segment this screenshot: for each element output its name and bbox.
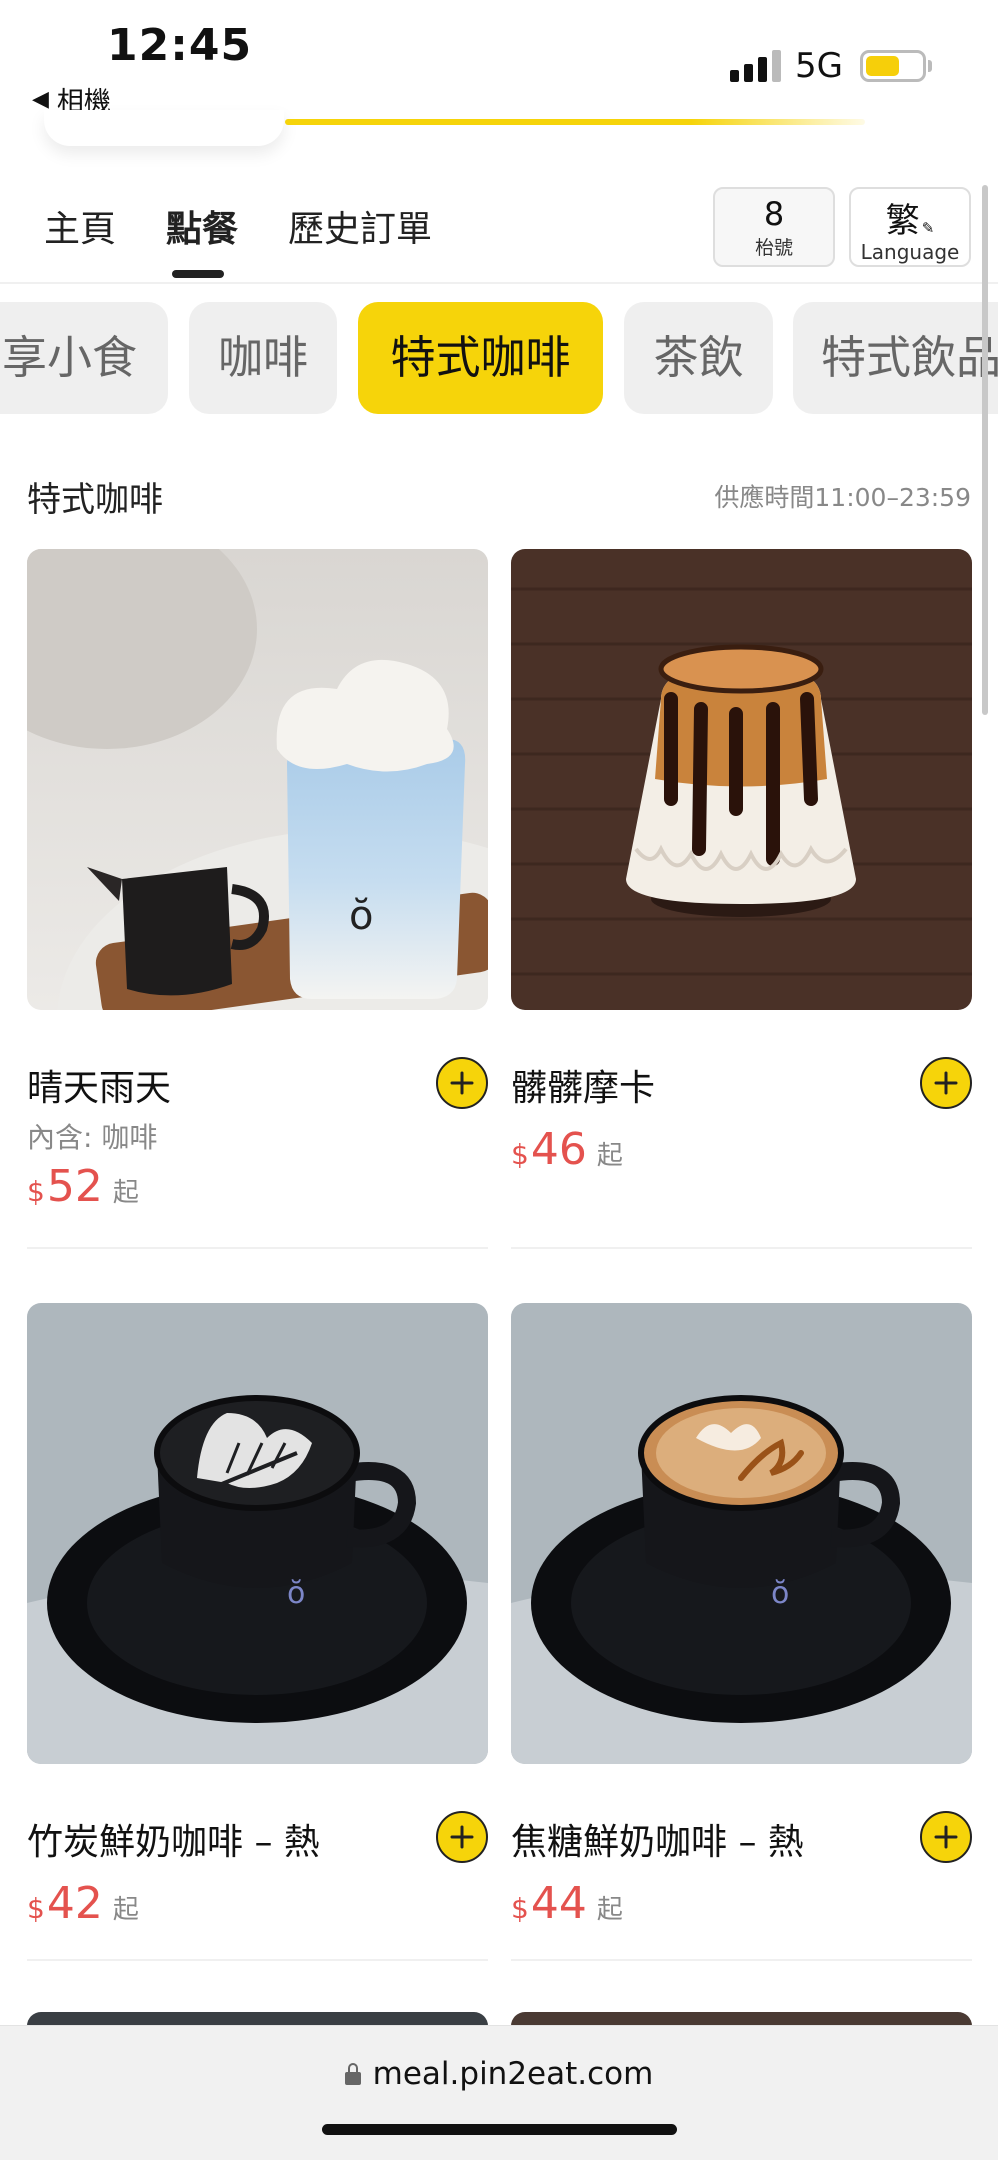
- category-chip-snacks[interactable]: 享小食: [0, 302, 168, 414]
- add-to-cart-button[interactable]: [436, 1057, 488, 1109]
- price-currency: $: [511, 1138, 529, 1171]
- battery-icon: [860, 50, 926, 82]
- language-button[interactable]: 繁 ✎ Language: [849, 187, 971, 267]
- product-card[interactable]: ŏ 晴天雨天 內含: 咖啡 $ 52 起: [27, 549, 488, 1249]
- add-to-cart-button[interactable]: [436, 1811, 488, 1863]
- price-value: 46: [530, 1124, 587, 1175]
- active-tab-indicator: [172, 270, 224, 278]
- url-text[interactable]: meal.pin2eat.com: [373, 2056, 654, 2092]
- plus-icon: [450, 1071, 474, 1095]
- product-card[interactable]: 髒髒摩卡 $ 46 起: [511, 549, 972, 1249]
- card-divider: [511, 1959, 972, 1961]
- browser-url-bar[interactable]: meal.pin2eat.com: [0, 2025, 998, 2160]
- network-type: 5G: [795, 46, 843, 86]
- product-name[interactable]: 焦糖鮮奶咖啡 – 熱: [511, 1813, 804, 1865]
- product-price: $ 44 起: [511, 1878, 623, 1929]
- lock-icon: [344, 2063, 361, 2085]
- price-suffix: 起: [112, 1895, 139, 1925]
- product-name[interactable]: 髒髒摩卡: [511, 1059, 655, 1111]
- product-contents: 內含: 咖啡: [27, 1121, 158, 1154]
- table-label: 枱號: [754, 237, 793, 259]
- section-title: 特式咖啡: [27, 480, 163, 520]
- price-currency: $: [511, 1892, 529, 1925]
- pencil-icon: ✎: [921, 218, 935, 237]
- product-image[interactable]: ŏ: [27, 1303, 488, 1764]
- category-chip-coffee[interactable]: 咖啡: [189, 302, 337, 414]
- table-number: 8: [763, 195, 785, 233]
- product-name[interactable]: 晴天雨天: [27, 1059, 171, 1111]
- table-number-button[interactable]: 8 枱號: [713, 187, 835, 267]
- card-divider: [27, 1247, 488, 1249]
- tab-home[interactable]: 主頁: [44, 200, 116, 252]
- card-divider: [27, 1959, 488, 1961]
- home-indicator[interactable]: [322, 2124, 677, 2135]
- price-suffix: 起: [596, 1141, 623, 1171]
- product-image[interactable]: ŏ: [27, 549, 488, 1010]
- price-value: 42: [46, 1878, 103, 1929]
- plus-icon: [934, 1071, 958, 1095]
- tab-order-history[interactable]: 歷史訂單: [288, 200, 432, 252]
- product-price: $ 46 起: [511, 1124, 623, 1175]
- product-price: $ 42 起: [27, 1878, 139, 1929]
- battery-cap: [928, 60, 932, 72]
- nav-tabs: 主頁 點餐 歷史訂單: [44, 200, 432, 252]
- category-chip-special-coffee[interactable]: 特式咖啡: [358, 302, 603, 414]
- product-image[interactable]: [511, 549, 972, 1010]
- header-shadow: [44, 110, 284, 146]
- add-to-cart-button[interactable]: [920, 1811, 972, 1863]
- product-card[interactable]: ŏ 焦糖鮮奶咖啡 – 熱 $ 44 起: [511, 1303, 972, 1963]
- svg-text:ŏ: ŏ: [287, 1576, 305, 1611]
- page: 12:45 ◀ 相機 5G 主頁 點餐 歷史訂單 8 枱號 繁 ✎ Languag…: [0, 0, 998, 2160]
- card-divider: [511, 1247, 972, 1249]
- tab-order[interactable]: 點餐: [166, 200, 238, 252]
- price-value: 44: [530, 1878, 587, 1929]
- signal-icon: [730, 50, 781, 82]
- category-chips: 享小食 咖啡 特式咖啡 茶飲 特式飲品: [0, 302, 998, 414]
- product-card[interactable]: ŏ 竹炭鮮奶咖啡 – 熱 $ 42 起: [27, 1303, 488, 1963]
- product-image[interactable]: ŏ: [511, 1303, 972, 1764]
- service-hours: 供應時間11:00–23:59: [714, 483, 971, 512]
- status-bar: 12:45 ◀ 相機 5G: [0, 0, 998, 125]
- page-loading-bar: [285, 119, 865, 125]
- category-chip-tea[interactable]: 茶飲: [624, 302, 773, 414]
- header-divider: [0, 282, 998, 284]
- svg-text:ŏ: ŏ: [349, 893, 373, 939]
- price-suffix: 起: [112, 1178, 139, 1208]
- price-currency: $: [27, 1175, 45, 1208]
- language-char: 繁: [885, 201, 920, 241]
- product-name[interactable]: 竹炭鮮奶咖啡 – 熱: [27, 1813, 320, 1865]
- price-currency: $: [27, 1892, 45, 1925]
- price-value: 52: [46, 1161, 103, 1212]
- scrollbar[interactable]: [982, 185, 988, 715]
- price-suffix: 起: [596, 1895, 623, 1925]
- plus-icon: [450, 1825, 474, 1849]
- product-price: $ 52 起: [27, 1161, 139, 1212]
- status-time: 12:45: [107, 20, 253, 71]
- language-label: Language: [860, 240, 960, 264]
- back-triangle-icon: ◀: [32, 87, 49, 112]
- plus-icon: [934, 1825, 958, 1849]
- category-chip-special-drinks[interactable]: 特式飲品: [793, 302, 998, 414]
- svg-text:ŏ: ŏ: [771, 1576, 789, 1611]
- add-to-cart-button[interactable]: [920, 1057, 972, 1109]
